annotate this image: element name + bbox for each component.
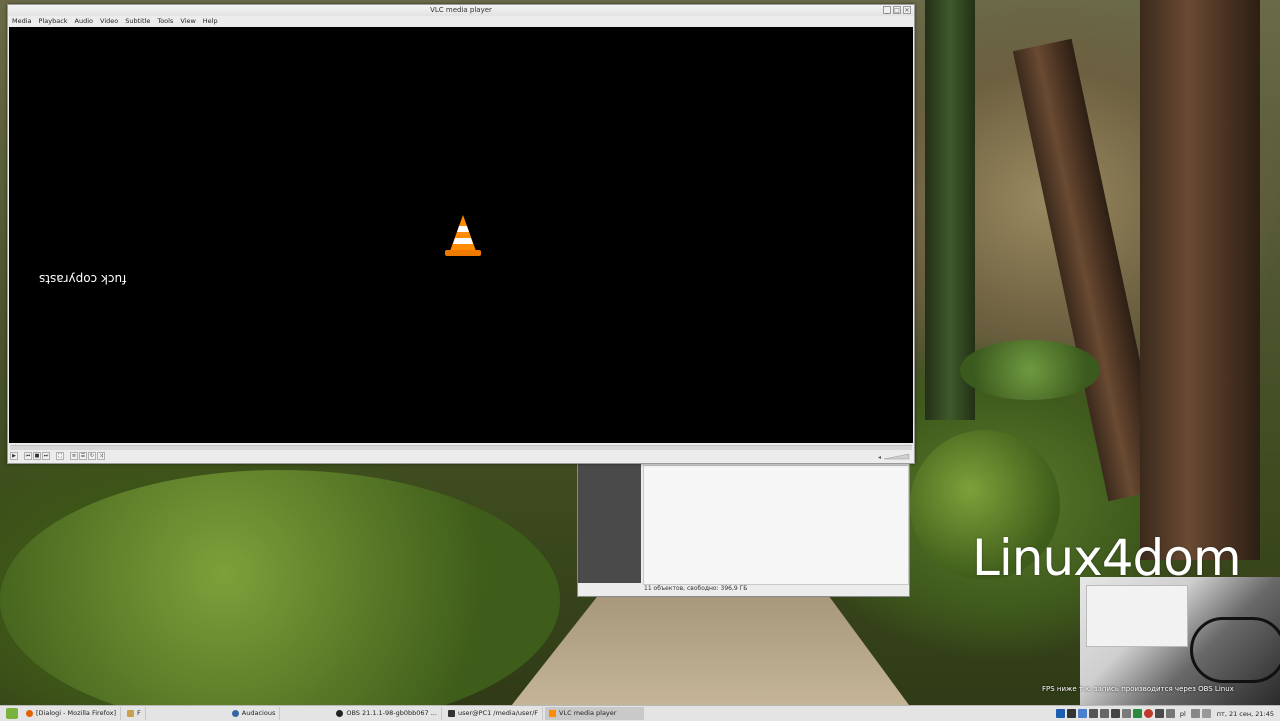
taskbar-item-label: [Dialogi - Mozilla Firefox] — [36, 709, 117, 717]
menu-subtitle[interactable]: Subtitle — [121, 16, 153, 26]
menu-media[interactable]: Media — [8, 16, 35, 26]
bluetooth-tray-icon[interactable] — [1077, 709, 1087, 718]
menu-help[interactable]: Help — [199, 16, 221, 26]
menu-playback[interactable]: Playback — [35, 16, 71, 26]
svg-text:◂: ◂ — [878, 454, 881, 460]
system-tray: pl пт, 21 сен, 21:45 — [1055, 709, 1280, 718]
vlc-cone-icon — [445, 215, 481, 256]
taskbar-item-label: OBS 21.1.1-98-gb0bb067 ... — [346, 709, 437, 717]
shuffle-button[interactable]: ⤨ — [97, 452, 105, 460]
subtitle-text: fuck copyrasts — [39, 272, 127, 286]
taskbar-item-label: VLC media player — [559, 709, 617, 717]
webcam-cable — [1190, 617, 1280, 683]
fullscreen-button[interactable]: ⛶ — [56, 452, 64, 460]
taskbar-item-label: user@PC1 /media/user/F — [457, 709, 539, 717]
webcam-device — [1086, 585, 1188, 647]
seek-slider[interactable] — [10, 445, 912, 450]
extended-settings-button[interactable]: ≡ — [70, 452, 78, 460]
close-button[interactable]: ✕ — [903, 6, 911, 14]
display-tray-icon[interactable] — [1121, 709, 1131, 718]
wallpaper-redwood-trunk — [1140, 0, 1260, 560]
obs-tray-icon[interactable] — [1055, 709, 1065, 718]
loop-button[interactable]: ↻ — [88, 452, 96, 460]
keyboard-layout[interactable]: pl — [1177, 710, 1189, 718]
start-menu-icon[interactable] — [6, 708, 18, 719]
menu-video[interactable]: Video — [96, 16, 121, 26]
clock[interactable]: пт, 21 сен, 21:45 — [1213, 710, 1280, 718]
next-button[interactable]: ⏭ — [42, 452, 50, 460]
maximize-button[interactable]: □ — [893, 6, 901, 14]
vlc-icon — [549, 710, 557, 717]
folder-icon — [127, 710, 135, 717]
menu-audio[interactable]: Audio — [71, 16, 96, 26]
vlc-window[interactable]: VLC media player _ □ ✕ Media Playback Au… — [7, 4, 915, 464]
stop-button[interactable]: ■ — [33, 452, 41, 460]
taskbar-item-label: Audacious — [241, 709, 276, 717]
blocked-tray-icon[interactable] — [1143, 709, 1153, 718]
file-manager-sidebar[interactable] — [578, 463, 641, 583]
minimize-button[interactable]: _ — [883, 6, 891, 14]
firefox-icon — [26, 710, 33, 717]
skype-tray-icon[interactable] — [1088, 709, 1098, 718]
file-manager-status: 11 объектов, свободно: 396,9 ГБ — [644, 585, 748, 592]
wallpaper-ferns — [960, 340, 1100, 400]
clipboard-tray-icon[interactable] — [1132, 709, 1142, 718]
previous-button[interactable]: ⏮ — [24, 452, 32, 460]
menu-tools[interactable]: Tools — [153, 16, 176, 26]
network-tray-icon[interactable] — [1066, 709, 1076, 718]
taskbar-item-vlc[interactable]: VLC media player — [545, 707, 645, 720]
volume-slider[interactable]: ◂ — [878, 453, 910, 460]
video-area[interactable]: fuck copyrasts — [9, 27, 913, 443]
taskbar-item-folder[interactable]: F — [123, 707, 146, 720]
obs-icon — [336, 710, 344, 717]
playlist-button[interactable]: ☰ — [79, 452, 87, 460]
taskbar-item-firefox[interactable]: [Dialogi - Mozilla Firefox] — [22, 707, 122, 720]
vlc-menubar: Media Playback Audio Video Subtitle Tool… — [8, 16, 914, 26]
settings-tray-icon[interactable] — [1165, 709, 1175, 718]
playback-controls: ▶ ⏮ ■ ⏭ ⛶ ≡ ☰ ↻ ⤨ — [10, 451, 912, 461]
usb-tray-icon[interactable] — [1190, 709, 1200, 718]
vlc-window-title: VLC media player — [430, 6, 492, 14]
audacious-icon — [231, 710, 239, 717]
volume-tray-icon[interactable] — [1201, 709, 1211, 718]
mail-tray-icon[interactable] — [1110, 709, 1120, 718]
file-manager-file-pane[interactable] — [643, 465, 909, 585]
play-button[interactable]: ▶ — [10, 452, 18, 460]
window-controls: _ □ ✕ — [883, 6, 911, 14]
file-manager-window[interactable]: 11 объектов, свободно: 396,9 ГБ — [577, 462, 910, 597]
fps-note: FPS ниже т.к. запись производится через … — [1042, 685, 1234, 693]
pen-tray-icon[interactable] — [1154, 709, 1164, 718]
wallpaper-bush-left — [0, 470, 560, 720]
vlc-titlebar[interactable]: VLC media player _ □ ✕ — [8, 5, 914, 16]
taskbar: [Dialogi - Mozilla Firefox] F Audacious … — [0, 705, 1280, 721]
taskbar-item-obs[interactable]: OBS 21.1.1-98-gb0bb067 ... — [332, 707, 442, 720]
menu-view[interactable]: View — [176, 16, 198, 26]
taskbar-item-terminal[interactable]: user@PC1 /media/user/F — [444, 707, 544, 720]
update-tray-icon[interactable] — [1099, 709, 1109, 718]
taskbar-item-audacious[interactable]: Audacious — [228, 707, 281, 720]
terminal-icon — [447, 710, 455, 717]
taskbar-item-label: F — [137, 709, 141, 717]
